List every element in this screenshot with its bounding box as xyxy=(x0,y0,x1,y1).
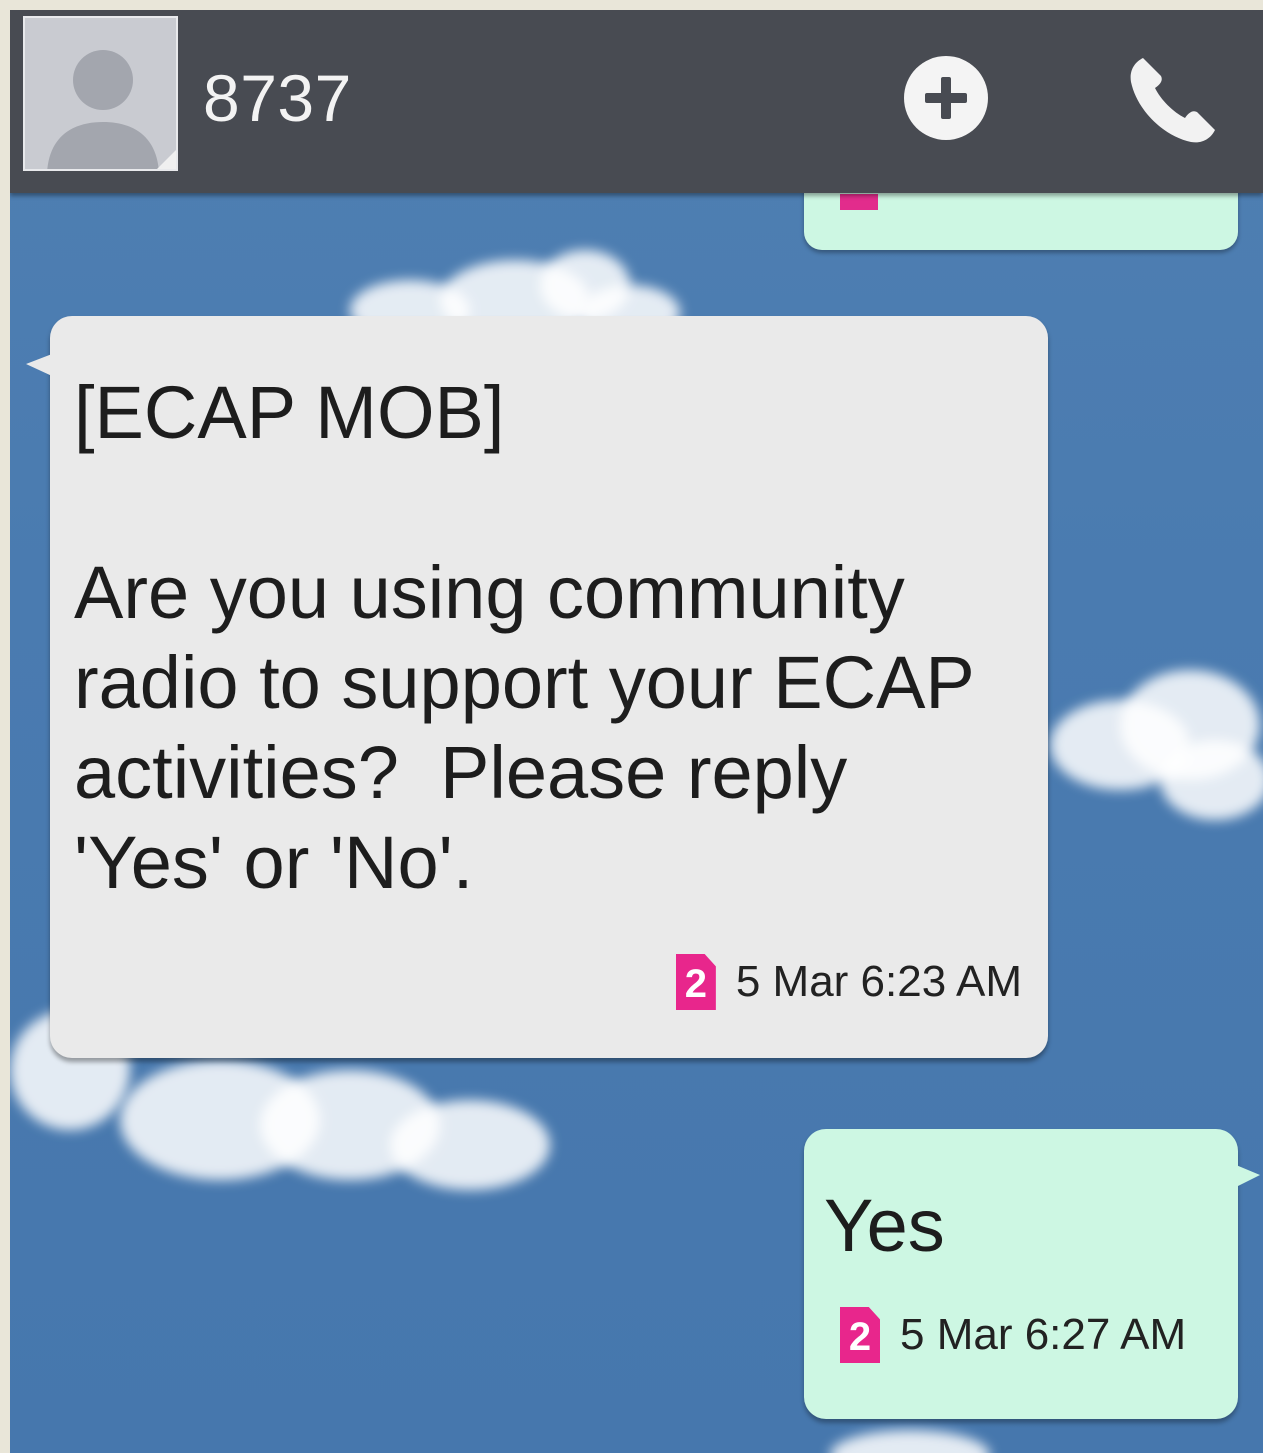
message-meta: 2 5 Mar 6:27 AM xyxy=(840,1307,1186,1363)
contact-placeholder-icon xyxy=(47,50,176,169)
phone-icon xyxy=(1130,58,1215,143)
message-timestamp: 5 Mar 6:27 AM xyxy=(900,1310,1187,1359)
sim-badge-icon: 2 xyxy=(840,1307,880,1363)
conversation-header: 8737 xyxy=(10,10,1263,193)
sim-badge-icon xyxy=(840,194,878,210)
sim-badge-icon: 2 xyxy=(675,954,716,1010)
message-bubble-outgoing[interactable]: Yes 2 5 Mar 6:27 AM xyxy=(804,1129,1260,1419)
contact-avatar[interactable] xyxy=(23,16,178,171)
conversation-screen: 8737 [ECAP MOB] Are you using community … xyxy=(10,10,1263,1453)
message-text: [ECAP MOB] Are you using community radio… xyxy=(74,371,975,904)
plus-circle-icon xyxy=(904,56,988,140)
message-meta: 2 5 Mar 6:23 AM xyxy=(675,954,1022,1010)
add-contact-button[interactable] xyxy=(903,55,989,141)
contact-name: 8737 xyxy=(203,61,352,135)
bubble-tail xyxy=(26,354,52,376)
message-text: Yes xyxy=(824,1184,945,1267)
message-timestamp: 5 Mar 6:23 AM xyxy=(735,957,1022,1006)
call-button[interactable] xyxy=(1123,52,1219,148)
message-bubble-incoming[interactable]: [ECAP MOB] Are you using community radio… xyxy=(26,316,1048,1058)
bubble-tail xyxy=(1236,1165,1260,1187)
cloud-decoration xyxy=(1040,660,1263,830)
